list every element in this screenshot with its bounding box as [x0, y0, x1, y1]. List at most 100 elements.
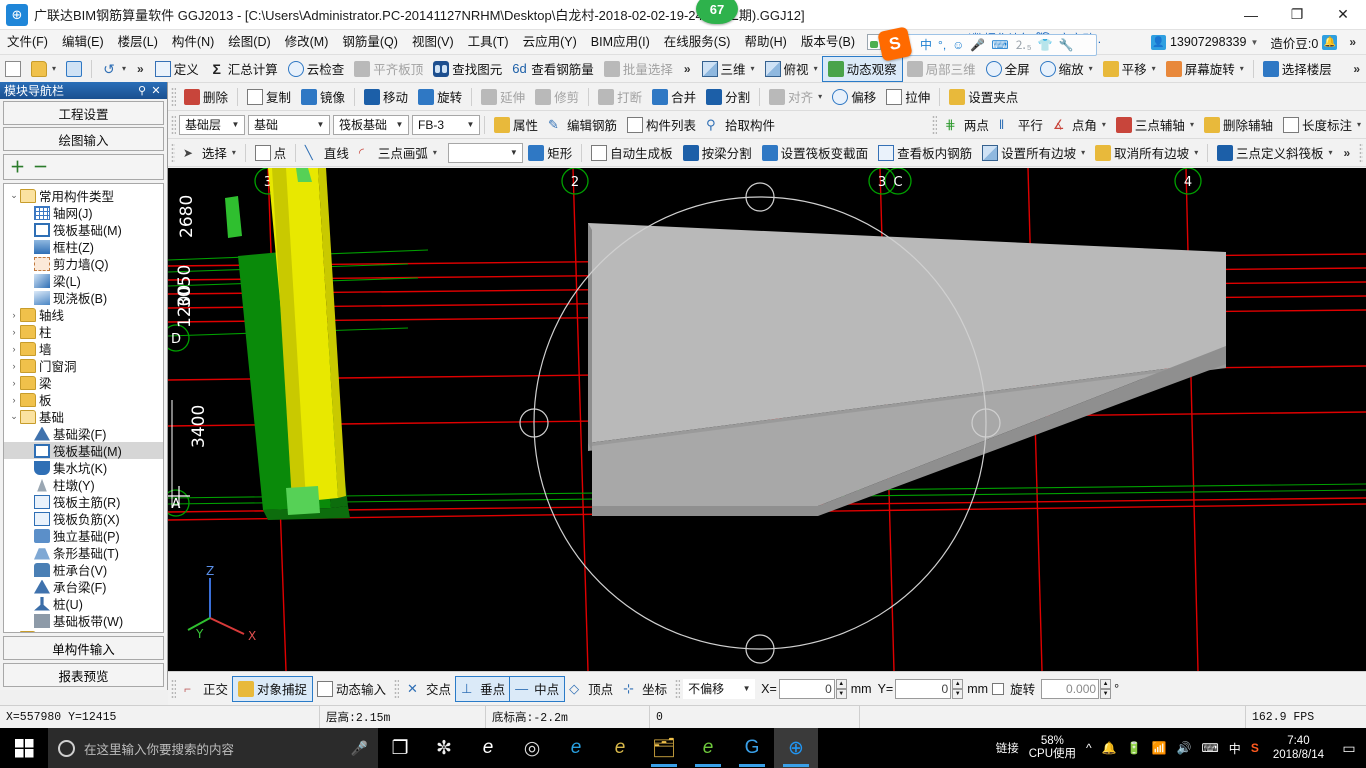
trim-button[interactable]: 修剪 [530, 85, 584, 109]
menu-file[interactable]: 文件(F) [0, 30, 55, 55]
tree-item[interactable]: 柱墩(Y) [4, 476, 163, 493]
chevron-right-icon[interactable]: › [8, 361, 20, 371]
taskbar-search[interactable]: 在这里输入你要搜索的内容 🎤 [48, 728, 378, 768]
rotate-button[interactable]: 旋转 [413, 85, 467, 109]
sogou-ime-toolbar[interactable]: S 中 °, ☺ 🎤 ⌨ ⒉₅ 👕 🔧 [877, 26, 1097, 62]
tree-item[interactable]: 承台梁(F) [4, 578, 163, 595]
rotate-checkbox[interactable] [992, 682, 1005, 695]
view-3d-button[interactable]: 三维 ▾ [697, 57, 760, 81]
zoom-button[interactable]: 缩放 ▾ [1035, 57, 1098, 81]
collapse-all-icon[interactable]: － [33, 160, 48, 175]
align-button[interactable]: 对齐 ▾ [764, 85, 827, 109]
undo-button[interactable]: ↺ ▾ [96, 57, 131, 81]
tree-item[interactable]: 筏板基础(M) [4, 221, 163, 238]
menu-online-service[interactable]: 在线服务(S) [657, 30, 738, 55]
component-list-button[interactable]: 构件列表 [622, 113, 701, 137]
object-snap-toggle[interactable]: 对象捕捉 [232, 675, 314, 702]
parallel-button[interactable]: ‖ 平行 [994, 113, 1048, 137]
draw-toolbar-overflow[interactable]: » [1338, 146, 1357, 160]
rotate-input[interactable]: 0.000 [1041, 678, 1100, 699]
close-icon[interactable]: ✕ [149, 84, 163, 97]
toolbar-gripper[interactable] [171, 86, 176, 107]
tree-item[interactable]: 桩(U) [4, 595, 163, 612]
toolbar-overflow-3[interactable]: » [1347, 62, 1366, 76]
cpu-meter[interactable]: 58% CPU使用 [1029, 735, 1076, 761]
tree-item[interactable]: 现浇板(B) [4, 289, 163, 306]
tree-folder[interactable]: › 梁 [4, 374, 163, 391]
line-draw-button[interactable]: ╲ 直线 [300, 141, 354, 165]
ime-punctuation-icon[interactable]: °, [938, 39, 946, 51]
vertex-snap-toggle[interactable]: ◇ 顶点 [564, 677, 618, 701]
tree-item[interactable]: 独立基础(P) [4, 527, 163, 544]
menu-view[interactable]: 视图(V) [405, 30, 461, 55]
menu-cloud-apps[interactable]: 云应用(Y) [516, 30, 584, 55]
dynamic-input-toggle[interactable]: 动态输入 [312, 677, 391, 701]
tray-expand-icon[interactable]: ^ [1086, 741, 1092, 755]
chevron-down-icon[interactable]: ⌄ [8, 411, 20, 422]
ortho-toggle[interactable]: ⌐ 正交 [179, 677, 233, 701]
three-point-arc-button[interactable]: ◜ 三点画弧 ▾ [354, 141, 442, 165]
taskbar-app-ie[interactable]: e [554, 728, 598, 768]
keyboard-icon[interactable]: ⌨ [1201, 741, 1218, 755]
rect-draw-button[interactable]: 矩形 [523, 141, 577, 165]
ime-settings-icon[interactable]: 🔧 [1059, 39, 1074, 51]
close-button[interactable]: ✕ [1320, 0, 1366, 30]
tree-item[interactable]: 梁(L) [4, 272, 163, 289]
chevron-down-icon[interactable]: ▼ [314, 120, 327, 129]
tab-single-component-input[interactable]: 单构件输入 [3, 636, 164, 660]
x-input[interactable]: 0 [778, 678, 835, 699]
delete-button[interactable]: 删除 [179, 85, 233, 109]
volume-icon[interactable]: 🔊 [1177, 741, 1192, 755]
expand-all-icon[interactable]: ＋ [10, 160, 25, 175]
chevron-down-icon[interactable]: ▼ [393, 120, 406, 129]
find-element-button[interactable]: 查找图元 [428, 57, 507, 81]
toolbar-gripper[interactable] [931, 114, 937, 135]
tab-drawing-input[interactable]: 绘图输入 [3, 127, 164, 151]
tree-folder[interactable]: ⌄ 常用构件类型 [4, 187, 163, 204]
menu-tools[interactable]: 工具(T) [461, 30, 516, 55]
chevron-right-icon[interactable]: › [8, 633, 20, 634]
move-button[interactable]: 移动 [359, 85, 413, 109]
ime-voice-icon[interactable]: 🎤 [970, 39, 985, 51]
menu-edit[interactable]: 编辑(E) [55, 30, 111, 55]
set-raft-variable-section-button[interactable]: 设置筏板变截面 [757, 141, 874, 165]
tree-item[interactable]: 基础梁(F) [4, 425, 163, 442]
align-slab-top-button[interactable]: 平齐板顶 [349, 57, 428, 81]
batch-select-button[interactable]: 批量选择 [599, 57, 678, 81]
pick-component-button[interactable]: ⚲ 拾取构件 [701, 113, 780, 137]
toolbar-gripper[interactable] [1359, 142, 1363, 163]
chevron-right-icon[interactable]: › [8, 327, 20, 337]
select-floor-button[interactable]: 选择楼层 [1258, 57, 1337, 81]
three-point-aux-axis-button[interactable]: 三点辅轴 ▾ [1111, 113, 1199, 137]
tree-item[interactable]: 基础板带(W) [4, 612, 163, 629]
menu-modify[interactable]: 修改(M) [278, 30, 336, 55]
point-draw-button[interactable]: 点 [250, 141, 292, 165]
offset-button[interactable]: 偏移 [827, 85, 881, 109]
category-combo[interactable]: 基础 ▼ [248, 114, 330, 135]
screen-rotate-button[interactable]: 屏幕旋转 ▾ [1161, 57, 1249, 81]
tree-item[interactable]: 轴网(J) [4, 204, 163, 221]
view-slab-rebar-button[interactable]: 查看板内钢筋 [873, 141, 977, 165]
open-file-button[interactable]: ▾ [26, 57, 61, 81]
tree-folder[interactable]: › 门窗洞 [4, 357, 163, 374]
taskbar-app-spiral[interactable]: ◎ [510, 728, 554, 768]
wifi-icon[interactable]: 📶 [1152, 741, 1167, 755]
component-name-combo[interactable]: FB-3 ▼ [412, 114, 480, 135]
menu-help[interactable]: 帮助(H) [737, 30, 793, 55]
chevron-down-icon[interactable]: ▼ [229, 120, 242, 129]
pan-button[interactable]: 平移 ▾ [1098, 57, 1161, 81]
maximize-button[interactable]: ❐ [1274, 0, 1320, 30]
tree-item[interactable]: 条形基础(T) [4, 544, 163, 561]
tree-folder[interactable]: › 板 [4, 391, 163, 408]
account-chip[interactable]: 👤 13907298339 ▼ [1145, 34, 1264, 50]
taskbar-app-glodon[interactable]: ⊕ [774, 728, 818, 768]
top-view-button[interactable]: 俯视 ▾ [760, 57, 823, 81]
summary-calc-button[interactable]: Σ 汇总计算 [204, 57, 283, 81]
tree-item[interactable]: 筏板主筋(R) [4, 493, 163, 510]
split-by-beam-button[interactable]: 按梁分割 [678, 141, 757, 165]
chevron-down-icon[interactable]: ▼ [1250, 38, 1258, 47]
chevron-right-icon[interactable]: › [8, 378, 20, 388]
chevron-down-icon[interactable]: ▼ [740, 684, 753, 693]
coordinate-snap-toggle[interactable]: ⊹ 坐标 [618, 677, 672, 701]
taskbar-app-360[interactable]: G [730, 728, 774, 768]
